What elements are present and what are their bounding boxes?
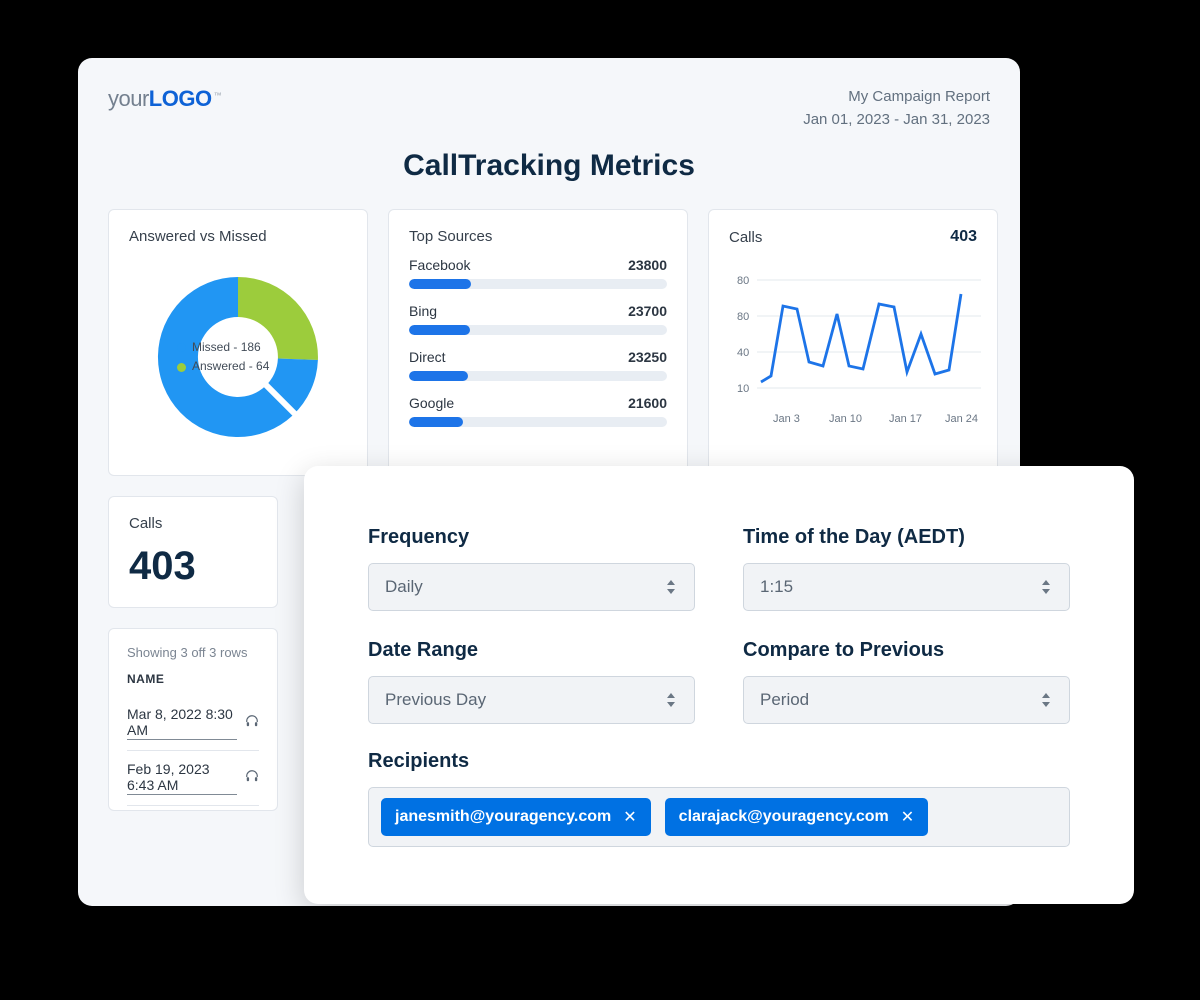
source-label: Direct	[409, 349, 446, 365]
source-value: 23700	[628, 303, 667, 319]
frequency-label: Frequency	[368, 526, 695, 549]
source-label: Bing	[409, 303, 437, 319]
calls-chart-title: Calls	[729, 229, 762, 246]
time-select[interactable]: 1:15	[743, 563, 1070, 611]
frequency-select[interactable]: Daily	[368, 563, 695, 611]
source-row-google: Google 21600	[409, 395, 667, 427]
calls-line-chart: 80 80 40 10 Jan 3 Jan 10 Jan 17 Jan 24	[729, 254, 977, 449]
setting-compare: Compare to Previous Period	[743, 639, 1070, 724]
recipient-email: janesmith@youragency.com	[395, 808, 611, 826]
bar-fill	[409, 325, 470, 335]
bar-track	[409, 325, 667, 335]
daterange-select[interactable]: Previous Day	[368, 676, 695, 724]
compare-label: Compare to Previous	[743, 639, 1070, 662]
table-header-name: NAME	[127, 672, 259, 686]
sort-icon	[1039, 578, 1053, 596]
avm-title: Answered vs Missed	[129, 228, 347, 245]
report-header: yourLOGO™ My Campaign Report Jan 01, 202…	[108, 86, 990, 131]
page-title: CallTracking Metrics	[108, 149, 990, 183]
row-name[interactable]: Feb 19, 2023 6:43 AM	[127, 761, 237, 795]
setting-time: Time of the Day (AEDT) 1:15	[743, 526, 1070, 611]
setting-recipients: Recipients janesmith@youragency.com ✕ cl…	[368, 750, 1070, 847]
calls-chart-total: 403	[950, 228, 977, 246]
bar-track	[409, 371, 667, 381]
donut-legend: Missed - 186 Answered - 64	[177, 338, 269, 376]
source-value: 23800	[628, 257, 667, 273]
calls-big-title: Calls	[129, 515, 257, 532]
table-row-count: Showing 3 off 3 rows	[127, 645, 259, 660]
time-value: 1:15	[760, 577, 793, 597]
recipients-input[interactable]: janesmith@youragency.com ✕ clarajack@you…	[368, 787, 1070, 847]
settings-grid: Frequency Daily Time of the Day (AEDT) 1…	[368, 526, 1070, 724]
top-sources-title: Top Sources	[409, 228, 667, 245]
daterange-value: Previous Day	[385, 690, 486, 710]
recipient-email: clarajack@youragency.com	[679, 808, 889, 826]
headphones-icon	[245, 769, 259, 788]
logo: yourLOGO™	[108, 86, 221, 112]
compare-select[interactable]: Period	[743, 676, 1070, 724]
svg-text:40: 40	[737, 347, 749, 359]
legend-missed: Missed - 186	[177, 338, 269, 357]
source-label: Google	[409, 395, 454, 411]
sort-icon	[664, 691, 678, 709]
row-name[interactable]: Mar 8, 2022 8:30 AM	[127, 706, 237, 740]
remove-chip-icon[interactable]: ✕	[623, 807, 636, 827]
remove-chip-icon[interactable]: ✕	[901, 807, 914, 827]
source-label: Facebook	[409, 257, 470, 273]
card-calls-chart: Calls 403 80 80 40 10	[708, 209, 998, 476]
time-label: Time of the Day (AEDT)	[743, 526, 1070, 549]
daterange-label: Date Range	[368, 639, 695, 662]
source-value: 21600	[628, 395, 667, 411]
compare-value: Period	[760, 690, 809, 710]
svg-text:Jan 24: Jan 24	[945, 413, 978, 425]
bar-track	[409, 417, 667, 427]
bar-fill	[409, 417, 463, 427]
source-row-facebook: Facebook 23800	[409, 257, 667, 289]
card-answered-vs-missed: Answered vs Missed Missed - 186 Answered…	[108, 209, 368, 476]
cards-row-top: Answered vs Missed Missed - 186 Answered…	[108, 209, 990, 476]
card-calls-table: Showing 3 off 3 rows NAME Mar 8, 2022 8:…	[108, 628, 278, 811]
setting-daterange: Date Range Previous Day	[368, 639, 695, 724]
bar-track	[409, 279, 667, 289]
logo-tm: ™	[214, 91, 222, 100]
bar-fill	[409, 371, 468, 381]
recipient-chip[interactable]: clarajack@youragency.com ✕	[665, 798, 928, 836]
svg-text:Jan 17: Jan 17	[889, 413, 922, 425]
bar-fill	[409, 279, 471, 289]
report-name: My Campaign Report	[803, 86, 990, 109]
card-top-sources: Top Sources Facebook 23800 Bing 23700 Dire…	[388, 209, 688, 476]
headphones-icon	[245, 714, 259, 733]
logo-prefix: your	[108, 86, 149, 111]
card-calls-total: Calls 403	[108, 496, 278, 608]
frequency-value: Daily	[385, 577, 423, 597]
table-row[interactable]: Mar 8, 2022 8:30 AM	[127, 696, 259, 751]
settings-panel: Frequency Daily Time of the Day (AEDT) 1…	[304, 466, 1134, 904]
calls-chart-head: Calls 403	[729, 228, 977, 246]
legend-answered: Answered - 64	[177, 357, 269, 376]
source-row-bing: Bing 23700	[409, 303, 667, 335]
report-date-range: Jan 01, 2023 - Jan 31, 2023	[803, 109, 990, 132]
svg-text:Jan 10: Jan 10	[829, 413, 862, 425]
recipient-chip[interactable]: janesmith@youragency.com ✕	[381, 798, 651, 836]
svg-text:80: 80	[737, 275, 749, 287]
svg-text:10: 10	[737, 383, 749, 395]
source-row-direct: Direct 23250	[409, 349, 667, 381]
sort-icon	[1039, 691, 1053, 709]
calls-big-value: 403	[129, 544, 257, 589]
svg-text:Jan 3: Jan 3	[773, 413, 800, 425]
sort-icon	[664, 578, 678, 596]
svg-text:80: 80	[737, 311, 749, 323]
header-meta: My Campaign Report Jan 01, 2023 - Jan 31…	[803, 86, 990, 131]
setting-frequency: Frequency Daily	[368, 526, 695, 611]
logo-bold: LOGO	[149, 86, 212, 111]
table-row[interactable]: Feb 19, 2023 6:43 AM	[127, 751, 259, 806]
source-value: 23250	[628, 349, 667, 365]
recipients-label: Recipients	[368, 750, 1070, 773]
